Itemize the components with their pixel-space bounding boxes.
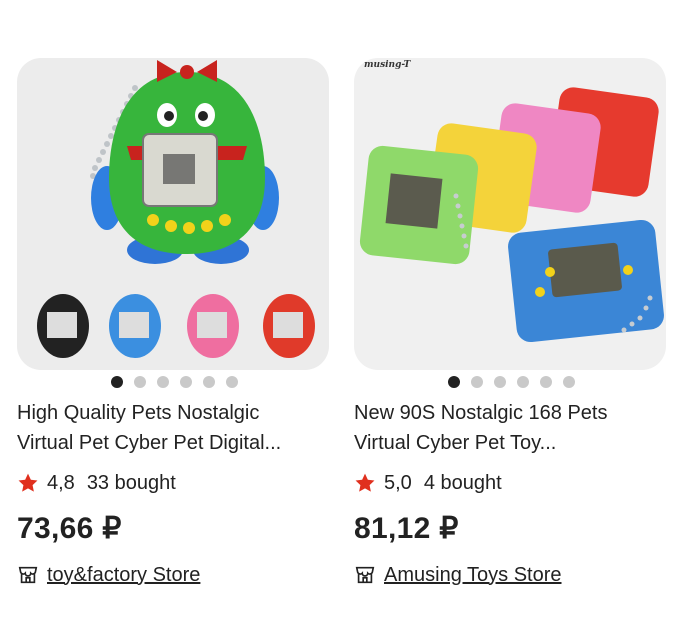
- carousel-dot[interactable]: [202, 376, 215, 388]
- store-name[interactable]: toy&factory Store: [47, 564, 200, 587]
- carousel-dot[interactable]: [110, 376, 123, 388]
- bought-count: 4 bought: [423, 471, 502, 494]
- image-carousel-dots[interactable]: [354, 376, 668, 388]
- store-link[interactable]: toy&factory Store: [17, 561, 331, 589]
- rating-value: 5,0: [384, 471, 412, 494]
- carousel-dot[interactable]: [179, 376, 192, 388]
- carousel-dot[interactable]: [516, 376, 529, 388]
- product-price: 73,66 ₽: [17, 512, 122, 545]
- product-title[interactable]: New 90S Nostalgic 168 Pets Virtual Cyber…: [354, 398, 668, 458]
- store-icon: [355, 566, 375, 584]
- star-icon: [355, 473, 375, 492]
- carousel-dot[interactable]: [447, 376, 460, 388]
- product-title-line[interactable]: Virtual Cyber Pet Toy...: [354, 428, 668, 458]
- product-title-line[interactable]: Virtual Pet Cyber Pet Digital...: [17, 428, 331, 458]
- store-name[interactable]: Amusing Toys Store: [384, 564, 562, 587]
- product-card[interactable]: High Quality Pets Nostalgic Virtual Pet …: [17, 58, 331, 589]
- star-icon: [18, 473, 38, 492]
- product-title-line[interactable]: New 90S Nostalgic 168 Pets: [354, 398, 668, 428]
- store-icon: [18, 566, 38, 584]
- carousel-dot[interactable]: [493, 376, 506, 388]
- green-virtual-pet-image: [37, 60, 315, 358]
- bought-count: 33 bought: [86, 471, 176, 494]
- carousel-dot[interactable]: [562, 376, 575, 388]
- product-title[interactable]: High Quality Pets Nostalgic Virtual Pet …: [17, 398, 331, 458]
- product-price: 81,12 ₽: [354, 512, 459, 545]
- carousel-dot[interactable]: [470, 376, 483, 388]
- image-brand-text: musing-T: [364, 60, 411, 70]
- carousel-dot[interactable]: [539, 376, 552, 388]
- carousel-dot[interactable]: [133, 376, 146, 388]
- image-carousel-dots[interactable]: [17, 376, 331, 388]
- store-link[interactable]: Amusing Toys Store: [354, 561, 668, 589]
- rating-value: 4,8: [47, 471, 75, 494]
- square-virtual-pets-image: [359, 87, 664, 343]
- carousel-dot[interactable]: [156, 376, 169, 388]
- rating-row: 5,0 4 bought: [354, 469, 668, 497]
- product-title-line[interactable]: High Quality Pets Nostalgic: [17, 398, 331, 428]
- product-image[interactable]: musing-T: [354, 58, 666, 370]
- product-image[interactable]: [17, 58, 329, 370]
- carousel-dot[interactable]: [225, 376, 238, 388]
- rating-row: 4,8 33 bought: [17, 469, 331, 497]
- product-card[interactable]: musing-T New 90S Nostalgic 168 Pets Virt…: [354, 58, 668, 589]
